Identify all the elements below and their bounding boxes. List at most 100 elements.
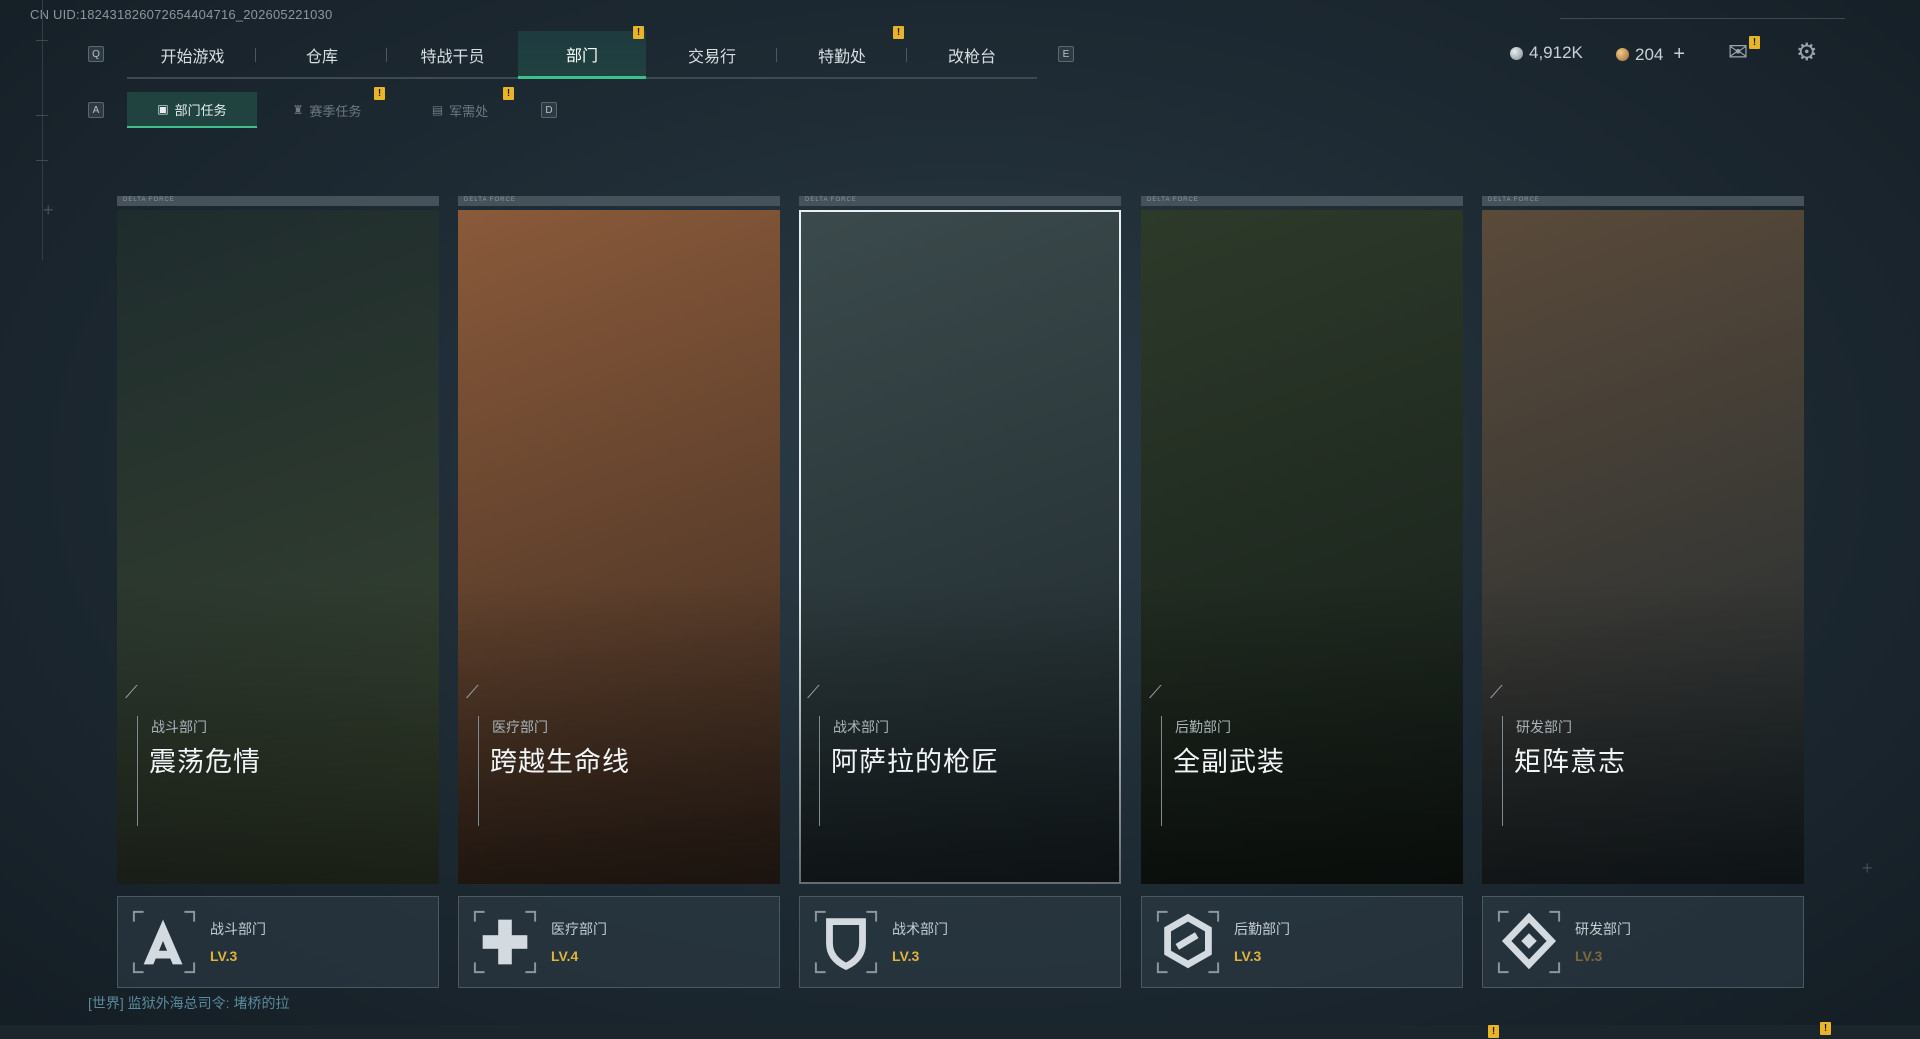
card-dept-label: 战斗部门 [151, 719, 207, 735]
card-brand-label: DELTA FORCE [123, 197, 175, 203]
currency-coins: 4,912K [1510, 43, 1583, 63]
card-brand-label: DELTA FORCE [1147, 197, 1199, 203]
crosshair-icon: + [1862, 858, 1873, 878]
logistics-dept-icon [1156, 910, 1220, 974]
dept-level: LV.3 [1575, 948, 1603, 964]
uid-label: CN UID:18243182607265440471​6_2026052210… [30, 7, 333, 22]
tab-trade[interactable]: 交易行 [648, 31, 776, 79]
card-accent-line [137, 716, 138, 826]
coins-amount: 4,912K [1529, 43, 1583, 62]
card-brand-label: DELTA FORCE [1488, 197, 1540, 203]
card-dept-label: 战术部门 [833, 719, 889, 735]
subtab-dept-tasks[interactable]: ▣ 部门任务 [127, 92, 257, 128]
alert-badge: ! [1749, 36, 1760, 49]
card-shade [458, 210, 780, 884]
nav-separator [386, 48, 387, 62]
subtab-season-tasks[interactable]: ♜ 赛季任务 [262, 92, 392, 128]
dept-level: LV.3 [892, 948, 920, 964]
tab-operators[interactable]: 特战干员 [390, 31, 515, 79]
corner-bracket-icon: ⟋ [466, 682, 479, 702]
key-d-hint[interactable]: D [541, 102, 557, 118]
dept-card-tactical[interactable]: DELTA FORCE ⟋ 战术部门阿萨拉的枪匠 [799, 196, 1121, 884]
tokens-amount: 204 [1635, 44, 1664, 64]
dept-level: LV.4 [551, 948, 579, 964]
bottom-bar [0, 1025, 1920, 1039]
corner-bracket-icon: ⟋ [1149, 682, 1162, 702]
add-currency-button[interactable]: + [1673, 43, 1685, 66]
combat-dept-icon [132, 910, 196, 974]
card-title: 全副武装 [1173, 747, 1285, 777]
left-deco-tick [36, 40, 48, 41]
dept-level-research[interactable]: 研发部门 LV.3 [1482, 896, 1804, 988]
tab-department[interactable]: 部门 [518, 31, 646, 79]
subtab-label: 军需处 [449, 103, 489, 119]
research-dept-icon [1497, 910, 1561, 974]
dept-level-logistics[interactable]: 后勤部门 LV.3 [1141, 896, 1463, 988]
dept-level-combat[interactable]: 战斗部门 LV.3 [117, 896, 439, 988]
crosshair-icon: + [43, 200, 54, 220]
card-dept-label: 后勤部门 [1175, 719, 1231, 735]
card-shade [117, 210, 439, 884]
subtab-label: 赛季任务 [309, 103, 362, 119]
nav-separator [776, 48, 777, 62]
tab-special-service[interactable]: 特勤处 [778, 31, 906, 79]
left-deco-tick [36, 115, 48, 116]
dept-name: 研发部门 [1575, 921, 1631, 937]
alert-badge: ! [503, 87, 514, 100]
mail-icon[interactable]: ✉ [1728, 38, 1748, 67]
alert-badge: ! [374, 87, 385, 100]
card-brand-label: DELTA FORCE [464, 197, 516, 203]
dept-card-combat[interactable]: DELTA FORCE ⟋ 战斗部门 震荡危情 [117, 196, 439, 884]
corner-bracket-icon: ⟋ [1490, 682, 1503, 702]
subtab-label: 部门任务 [174, 102, 227, 118]
card-accent-line [819, 716, 820, 826]
gear-icon[interactable]: ⚙ [1796, 38, 1818, 67]
card-dept-label: 医疗部门 [492, 719, 548, 735]
alert-badge: ! [633, 26, 644, 39]
key-e-hint[interactable]: E [1058, 46, 1074, 62]
dept-name: 医疗部门 [551, 921, 607, 937]
tab-gunsmith[interactable]: 改枪台 [908, 31, 1036, 79]
dept-level: LV.3 [1234, 948, 1262, 964]
card-title: 矩阵意志 [1514, 747, 1626, 777]
key-q-hint[interactable]: Q [88, 46, 104, 62]
card-header-strip: DELTA FORCE [799, 196, 1121, 206]
key-a-hint[interactable]: A [88, 102, 104, 118]
top-divider [1560, 18, 1845, 19]
card-dept-label: 研发部门 [1516, 719, 1572, 735]
card-shade [799, 210, 1121, 884]
bronze-coin-icon [1616, 48, 1629, 61]
dept-level-medical[interactable]: 医疗部门 LV.4 [458, 896, 780, 988]
card-shade [1482, 210, 1804, 884]
dept-card-logistics[interactable]: DELTA FORCE ⟋ 后勤部门全副武装 [1141, 196, 1463, 884]
alert-badge: ! [893, 26, 904, 39]
corner-bracket-icon: ⟋ [807, 682, 820, 702]
medical-dept-icon [473, 910, 537, 974]
tab-start-game[interactable]: 开始游戏 [135, 31, 250, 79]
alert-badge: ! [1820, 1022, 1831, 1035]
dept-level-tactical[interactable]: 战术部门 LV.3 [799, 896, 1121, 988]
left-deco-tick [36, 160, 48, 161]
card-accent-line [1161, 716, 1162, 826]
card-header-strip: DELTA FORCE [458, 196, 780, 206]
card-shade [1141, 210, 1463, 884]
card-title: 阿萨拉的枪匠 [831, 747, 999, 777]
world-chat-message[interactable]: [世界] 监狱外海总司令: 堵桥的拉 [88, 993, 289, 1013]
tactical-dept-icon [814, 910, 878, 974]
left-deco-line [42, 0, 43, 260]
card-accent-line [1502, 716, 1503, 826]
tab-warehouse[interactable]: 仓库 [262, 31, 382, 79]
dept-card-research[interactable]: DELTA FORCE ⟋ 研发部门矩阵意志 [1482, 196, 1804, 884]
card-header-strip: DELTA FORCE [117, 196, 439, 206]
nav-separator [906, 48, 907, 62]
clipboard-icon: ▣ [157, 102, 169, 116]
card-accent-line [478, 716, 479, 826]
dept-name: 后勤部门 [1234, 921, 1290, 937]
silver-coin-icon [1510, 46, 1523, 60]
card-title: 跨越生命线 [490, 747, 630, 777]
dept-card-medical[interactable]: DELTA FORCE ⟋ 医疗部门跨越生命线 [458, 196, 780, 884]
currency-tokens: 204 + [1616, 43, 1685, 66]
alert-badge: ! [1488, 1025, 1499, 1038]
card-header-strip: DELTA FORCE [1482, 196, 1804, 206]
corner-bracket-icon: ⟋ [125, 682, 138, 702]
